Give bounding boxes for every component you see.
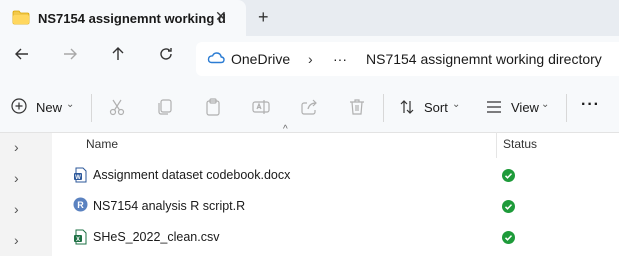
column-header-name[interactable]: Name: [86, 137, 118, 151]
svg-text:W: W: [75, 175, 81, 181]
up-arrow-icon[interactable]: [110, 46, 126, 67]
view-button[interactable]: View: [511, 100, 539, 115]
share-icon[interactable]: [299, 97, 319, 117]
file-name: Assignment dataset codebook.docx: [93, 168, 291, 182]
synced-check-icon: [502, 231, 515, 244]
toolbar-divider: [566, 94, 567, 122]
expand-chevron-icon[interactable]: ›: [14, 139, 19, 155]
expand-chevron-icon[interactable]: ›: [14, 201, 19, 217]
cut-icon[interactable]: [107, 97, 127, 117]
copy-icon[interactable]: [155, 97, 175, 117]
file-name: SHeS_2022_clean.csv: [93, 230, 220, 244]
tab-title: NS7154 assignemnt working d: [38, 11, 226, 26]
breadcrumb-overflow[interactable]: ···: [333, 51, 347, 67]
refresh-icon[interactable]: [158, 46, 174, 67]
navigation-pane: [0, 133, 52, 256]
close-tab-icon[interactable]: ✕: [215, 8, 227, 25]
rename-icon[interactable]: [251, 97, 271, 117]
chevron-down-icon[interactable]: ⌄: [452, 99, 460, 110]
synced-check-icon: [502, 169, 515, 182]
breadcrumb-onedrive[interactable]: OneDrive: [231, 51, 290, 67]
more-options-button[interactable]: ···: [581, 96, 600, 114]
sort-icon[interactable]: [399, 99, 415, 120]
toolbar-divider: [383, 94, 384, 122]
chevron-down-icon[interactable]: ⌄: [541, 99, 549, 110]
column-header-status[interactable]: Status: [503, 137, 537, 151]
sort-button[interactable]: Sort: [424, 100, 448, 115]
word-document-icon: W: [73, 167, 87, 188]
breadcrumb-separator-icon: ›: [308, 51, 313, 67]
forward-arrow-icon[interactable]: [62, 46, 78, 67]
toolbar-divider: [91, 94, 92, 122]
folder-icon: [12, 10, 30, 30]
breadcrumb-current-folder[interactable]: NS7154 assignemnt working directory: [366, 51, 602, 67]
paste-icon[interactable]: [203, 97, 223, 117]
expand-chevron-icon[interactable]: ›: [14, 232, 19, 248]
view-lines-icon[interactable]: [486, 100, 502, 119]
expand-chevron-icon[interactable]: ›: [14, 170, 19, 186]
sort-ascending-indicator-icon: ^: [283, 124, 288, 135]
new-tab-icon[interactable]: +: [258, 7, 269, 28]
synced-check-icon: [502, 200, 515, 213]
chevron-down-icon[interactable]: ⌄: [66, 99, 74, 110]
onedrive-cloud-icon: [207, 51, 225, 69]
file-name: NS7154 analysis R script.R: [93, 199, 246, 213]
svg-text:R: R: [77, 200, 84, 210]
new-plus-icon[interactable]: [11, 98, 27, 119]
r-script-icon: R: [73, 197, 88, 217]
column-divider[interactable]: [496, 132, 497, 158]
delete-icon[interactable]: [347, 97, 367, 117]
svg-text:X: X: [76, 237, 80, 243]
new-button[interactable]: New: [36, 100, 62, 115]
excel-csv-icon: X: [73, 229, 87, 250]
back-arrow-icon[interactable]: [14, 46, 30, 67]
